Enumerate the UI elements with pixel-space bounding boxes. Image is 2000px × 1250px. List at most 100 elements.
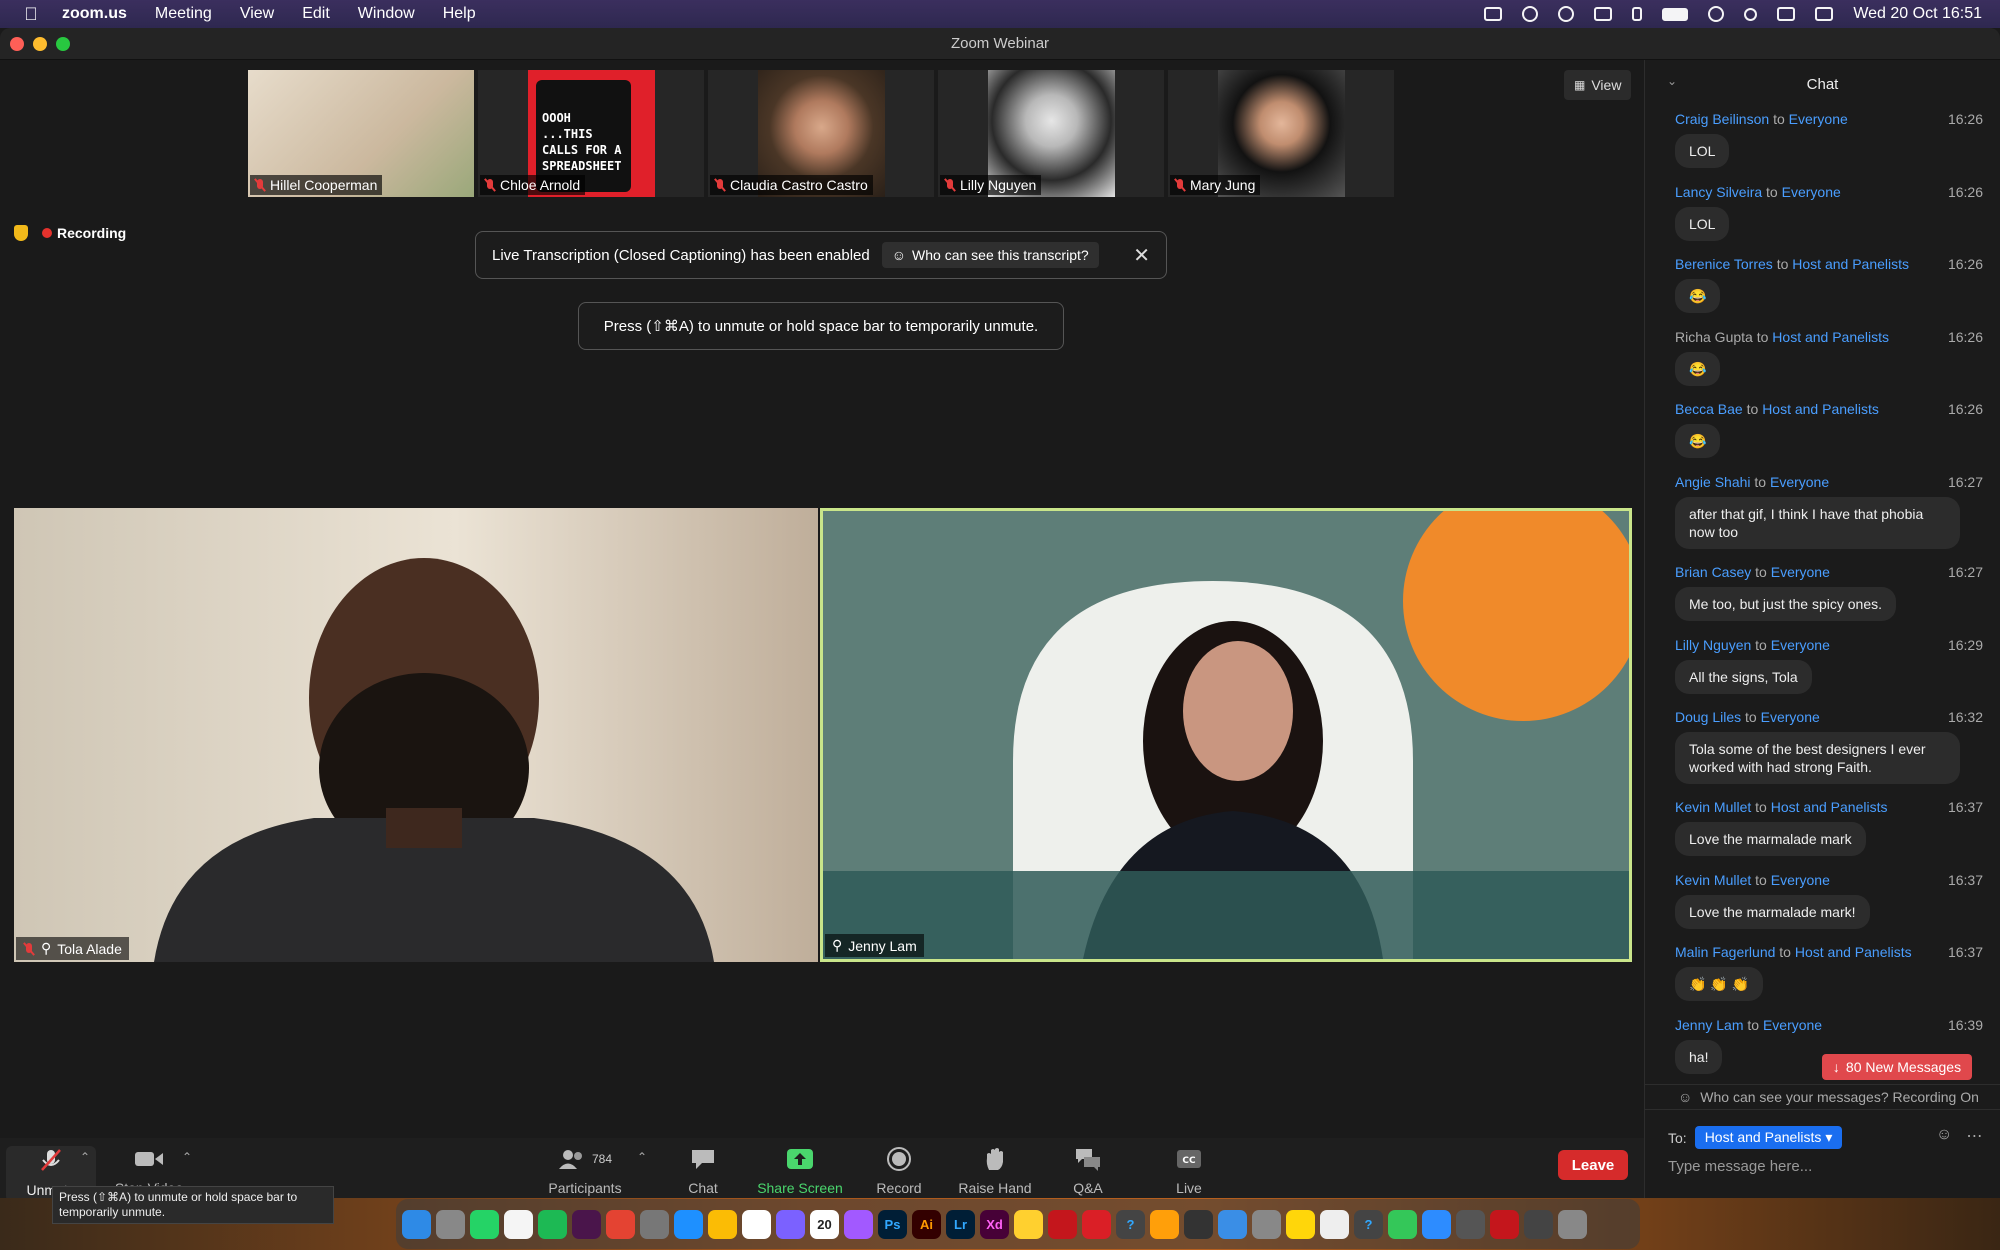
- menu-view[interactable]: View: [226, 5, 288, 23]
- dock-app-preview-icon[interactable]: [1218, 1209, 1247, 1239]
- dock-app-ps-icon[interactable]: Ps: [878, 1209, 907, 1239]
- close-window-button[interactable]: [10, 37, 24, 51]
- security-shield-icon[interactable]: [14, 225, 28, 241]
- participants-options-chevron[interactable]: ⌃: [637, 1150, 647, 1164]
- message-sender[interactable]: Craig Beilinson: [1675, 111, 1769, 127]
- participant-thumbnail[interactable]: OOOH ...THIS CALLS FOR A SPREADSHEET Chl…: [478, 70, 704, 197]
- dock-app-todoist-icon[interactable]: [606, 1209, 635, 1239]
- apple-menu-icon[interactable]: : [14, 4, 48, 25]
- dock-app-trash-icon[interactable]: [1558, 1209, 1587, 1239]
- wifi-icon[interactable]: [1708, 6, 1725, 22]
- menu-meeting[interactable]: Meeting: [141, 5, 226, 23]
- dock-app-miro-icon[interactable]: [1014, 1209, 1043, 1239]
- spotlight-search-icon[interactable]: [1744, 7, 1758, 21]
- message-sender[interactable]: Jenny Lam: [1675, 1017, 1743, 1033]
- message-sender[interactable]: Kevin Mullet: [1675, 799, 1751, 815]
- chevron-down-icon[interactable]: ⌄: [1667, 74, 1677, 88]
- dock-app-textedit-icon[interactable]: [1320, 1209, 1349, 1239]
- message-sender[interactable]: Becca Bae: [1675, 401, 1743, 417]
- message-sender[interactable]: Richa Gupta: [1675, 329, 1753, 345]
- message-sender[interactable]: Lancy Silveira: [1675, 184, 1762, 200]
- close-icon[interactable]: ✕: [1133, 243, 1150, 268]
- chat-message-list[interactable]: Craig Beilinson to Everyone 16:26 LOL La…: [1645, 108, 2000, 1087]
- dock-app-pdf-icon[interactable]: [1490, 1209, 1519, 1239]
- dock-app-messages-icon[interactable]: [1388, 1209, 1417, 1239]
- minimize-window-button[interactable]: [33, 37, 47, 51]
- new-messages-button[interactable]: ↓ 80 New Messages: [1822, 1054, 1972, 1080]
- control-center-icon[interactable]: [1815, 7, 1834, 21]
- dock-app-finder-icon[interactable]: [402, 1209, 431, 1239]
- dock-app-notes-icon[interactable]: [1286, 1209, 1315, 1239]
- dock-app---icon[interactable]: ?: [1116, 1209, 1145, 1239]
- message-sender[interactable]: Doug Liles: [1675, 709, 1741, 725]
- participants-button[interactable]: 784 Participants: [540, 1146, 630, 1196]
- message-sender[interactable]: Lilly Nguyen: [1675, 637, 1751, 653]
- menu-window[interactable]: Window: [344, 5, 429, 23]
- message-sender[interactable]: Kevin Mullet: [1675, 872, 1751, 888]
- dock-app-ai-icon[interactable]: Ai: [912, 1209, 941, 1239]
- message-sender[interactable]: Angie Shahi: [1675, 474, 1751, 490]
- participant-thumbnail[interactable]: Claudia Castro Castro: [708, 70, 934, 197]
- dock-app-pitch-icon[interactable]: [776, 1209, 805, 1239]
- participant-thumbnail[interactable]: Mary Jung: [1168, 70, 1394, 197]
- message-sender[interactable]: Malin Fagerlund: [1675, 944, 1775, 960]
- dock-app-notion-icon[interactable]: [742, 1209, 771, 1239]
- who-can-see-messages[interactable]: ☺ Who can see your messages? Recording O…: [1644, 1084, 2000, 1110]
- dock-app-launchpad-icon[interactable]: [436, 1209, 465, 1239]
- who-can-see-transcript-button[interactable]: ☺ Who can see this transcript?: [881, 242, 1099, 268]
- zoom-status-icon[interactable]: [1484, 7, 1503, 21]
- dock-app-zoom-icon[interactable]: [1422, 1209, 1451, 1239]
- dock-app---icon[interactable]: ?: [1354, 1209, 1383, 1239]
- dock-app-slack-icon[interactable]: [572, 1209, 601, 1239]
- share-screen-button[interactable]: Share Screen: [755, 1146, 845, 1196]
- dock-app-spotify-icon[interactable]: [538, 1209, 567, 1239]
- dock-app-safari-icon[interactable]: [674, 1209, 703, 1239]
- menu-help[interactable]: Help: [429, 5, 490, 23]
- dock-app-calendar-icon[interactable]: 20: [810, 1209, 839, 1239]
- audio-options-chevron[interactable]: ⌃: [80, 1150, 90, 1164]
- recipient-dropdown[interactable]: Host and Panelists ▾: [1694, 1126, 1843, 1149]
- dock-app-chrome-icon[interactable]: [708, 1209, 737, 1239]
- battery-icon[interactable]: [1662, 7, 1689, 21]
- dock-app-whatsapp-icon[interactable]: [470, 1209, 499, 1239]
- view-button[interactable]: ▦ View: [1564, 70, 1632, 100]
- dock-app-cc-icon[interactable]: [1082, 1209, 1111, 1239]
- maximize-window-button[interactable]: [56, 37, 70, 51]
- dock-app-photos-icon[interactable]: [1150, 1209, 1179, 1239]
- dock-app-calculator-icon[interactable]: [640, 1209, 669, 1239]
- bluetooth-icon[interactable]: [1632, 7, 1643, 21]
- dock-app-phone-icon[interactable]: [1524, 1209, 1553, 1239]
- dock-app-remote-icon[interactable]: [1456, 1209, 1485, 1239]
- brightness-icon[interactable]: [1558, 6, 1575, 22]
- leave-button[interactable]: Leave: [1558, 1150, 1628, 1180]
- dock-app-acrobat-icon[interactable]: [1048, 1209, 1077, 1239]
- chat-message-input[interactable]: Type message here...: [1668, 1158, 1812, 1175]
- dock-app-figma-icon[interactable]: [844, 1209, 873, 1239]
- dock-app-claquette-icon[interactable]: [1184, 1209, 1213, 1239]
- chat-button[interactable]: Chat: [658, 1146, 748, 1196]
- participant-thumbnail[interactable]: Hillel Cooperman: [248, 70, 474, 197]
- active-speaker-video[interactable]: ⚲ Jenny Lam: [820, 508, 1632, 962]
- dock-app-settings-icon[interactable]: [1252, 1209, 1281, 1239]
- menubar-clock[interactable]: Wed 20 Oct 16:51: [1853, 5, 1982, 23]
- screen-mirroring-icon[interactable]: [1777, 7, 1796, 21]
- dock-app-reminders-icon[interactable]: [504, 1209, 533, 1239]
- dock-app-lr-icon[interactable]: Lr: [946, 1209, 975, 1239]
- creative-cloud-icon[interactable]: [1522, 6, 1539, 22]
- qa-button[interactable]: Q&A: [1043, 1146, 1133, 1196]
- recording-indicator[interactable]: Recording: [14, 225, 126, 241]
- message-sender[interactable]: Brian Casey: [1675, 564, 1751, 580]
- more-options-icon[interactable]: ⋯: [1966, 1126, 1982, 1146]
- unmute-hint: Press (⇧⌘A) to unmute or hold space bar …: [578, 302, 1064, 350]
- speaker-video[interactable]: ⚲ Tola Alade: [14, 508, 818, 962]
- dock-app-xd-icon[interactable]: Xd: [980, 1209, 1009, 1239]
- menu-edit[interactable]: Edit: [288, 5, 344, 23]
- message-sender[interactable]: Berenice Torres: [1675, 256, 1773, 272]
- menu-app-name[interactable]: zoom.us: [48, 5, 141, 23]
- video-options-chevron[interactable]: ⌃: [182, 1150, 192, 1164]
- participant-thumbnail[interactable]: Lilly Nguyen: [938, 70, 1164, 197]
- raise-hand-button[interactable]: Raise Hand: [950, 1146, 1040, 1196]
- record-button[interactable]: Record: [854, 1146, 944, 1196]
- screen-icon[interactable]: [1594, 7, 1613, 21]
- emoji-icon[interactable]: ☺: [1936, 1126, 1952, 1146]
